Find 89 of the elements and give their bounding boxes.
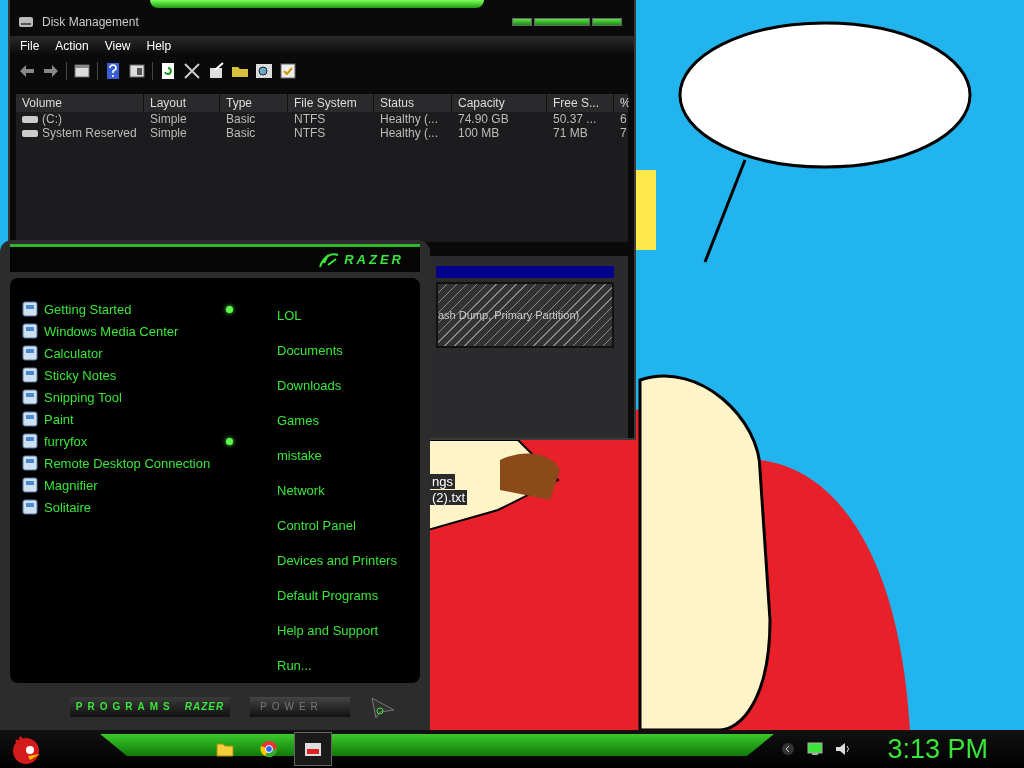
table-cell-text: 6 <box>619 112 628 126</box>
table-cell-text: Healthy (... <box>379 126 440 140</box>
place-link[interactable]: Documents <box>277 333 420 369</box>
table-cell-text: Healthy (... <box>379 112 440 126</box>
desktop-icon-label: (2).txt <box>430 490 468 505</box>
table-cell-text: Basic <box>225 126 257 140</box>
column-header[interactable]: Free S... <box>547 94 614 112</box>
program-item[interactable]: furryfox <box>22 430 262 453</box>
table-cell-text: 71 MB <box>552 126 589 140</box>
table-cell-text: 50.37 ... <box>552 112 598 126</box>
program-item[interactable]: Solitaire <box>22 496 262 519</box>
program-item[interactable]: Paint <box>22 408 262 431</box>
refresh-icon[interactable] <box>159 62 177 80</box>
brand-logo: RAZER <box>344 252 404 268</box>
checklist-icon[interactable] <box>279 62 297 80</box>
speaker-icon[interactable] <box>835 742 852 756</box>
panel-icon[interactable] <box>73 62 91 80</box>
menu-item[interactable]: View <box>98 38 137 54</box>
browser-icon <box>260 740 278 758</box>
snake-logo-icon <box>318 250 341 269</box>
column-header[interactable]: Type <box>220 94 288 112</box>
delete-icon[interactable] <box>183 62 201 80</box>
drive-icon <box>22 129 38 137</box>
table-cell-text: Basic <box>225 112 257 126</box>
program-item[interactable]: Sticky Notes <box>22 364 262 387</box>
desktop-icon-label: ngs <box>430 474 455 489</box>
place-link[interactable]: Help and Support <box>277 613 420 649</box>
place-link[interactable]: Run... <box>277 648 420 684</box>
program-item[interactable]: Snipping Tool <box>22 386 262 409</box>
program-item[interactable]: Getting Started <box>22 298 262 321</box>
program-item[interactable]: Remote Desktop Connection <box>22 452 262 475</box>
monitor-icon[interactable] <box>807 742 824 756</box>
chevron-icon[interactable] <box>781 742 796 756</box>
minimize-button[interactable] <box>512 18 532 26</box>
column-header[interactable]: Status <box>374 94 452 112</box>
close-button[interactable] <box>592 18 622 26</box>
table-cell-text: NTFS <box>293 112 327 126</box>
app-icon <box>22 433 38 450</box>
table-cell: System Reserved <box>16 126 144 140</box>
table-cell: (C:) <box>16 112 144 126</box>
search-icon[interactable] <box>255 62 273 80</box>
program-item[interactable]: Windows Media Center <box>22 320 262 343</box>
table-cell-text: 100 MB <box>457 126 501 140</box>
help-icon[interactable] <box>104 62 122 80</box>
app-icon <box>22 389 38 406</box>
table-cell-text: Simple <box>149 112 188 126</box>
app-icon <box>22 323 38 340</box>
properties-icon[interactable] <box>207 62 225 80</box>
table-cell-text: Simple <box>149 126 188 140</box>
app-icon <box>22 477 38 494</box>
programs-button[interactable]: PROGRAMS RAZER <box>70 696 230 717</box>
disk-management-icon <box>304 740 322 758</box>
menu-item[interactable]: File <box>14 38 46 54</box>
app-icon <box>22 301 38 318</box>
place-link[interactable]: Control Panel <box>277 508 420 544</box>
table-cell-text: 74.90 GB <box>457 112 510 126</box>
menu-item[interactable]: Action <box>49 38 95 54</box>
clock[interactable]: 3:13 PM <box>887 733 988 765</box>
place-link[interactable]: Games <box>277 403 420 439</box>
column-header[interactable]: Capacity <box>452 94 547 112</box>
taskbar-app-button[interactable] <box>294 732 332 766</box>
app-icon <box>22 411 38 428</box>
folder-icon <box>216 741 234 757</box>
place-link[interactable]: Devices and Printers <box>277 543 420 579</box>
hard-drive-icon <box>18 14 34 30</box>
app-icon <box>22 367 38 384</box>
drive-icon <box>22 115 38 123</box>
panel-icon[interactable] <box>128 62 146 80</box>
place-link[interactable]: LOL <box>277 298 420 334</box>
app-icon <box>22 345 38 362</box>
place-link[interactable]: Network <box>277 473 420 509</box>
pointer-arrow-icon[interactable] <box>370 695 396 718</box>
place-link[interactable]: Downloads <box>277 368 420 404</box>
forward-arrow-icon[interactable] <box>42 62 60 80</box>
column-header[interactable]: Volume <box>16 94 144 112</box>
column-header[interactable]: Layout <box>144 94 220 112</box>
table-cell-text: 7 <box>619 126 628 140</box>
app-icon <box>22 499 38 516</box>
place-link[interactable]: mistake <box>277 438 420 474</box>
window-title: Disk Management <box>42 15 140 29</box>
program-item[interactable]: Calculator <box>22 342 262 365</box>
app-icon <box>22 455 38 472</box>
place-link[interactable]: Default Programs <box>277 578 420 614</box>
menu-item[interactable]: Help <box>140 38 178 54</box>
maximize-button[interactable] <box>534 18 590 26</box>
partition-label: ash Dump, Primary Partition) <box>438 309 580 321</box>
table-cell-text: NTFS <box>293 126 327 140</box>
program-item[interactable]: Magnifier <box>22 474 262 497</box>
column-header[interactable]: File System <box>288 94 374 112</box>
